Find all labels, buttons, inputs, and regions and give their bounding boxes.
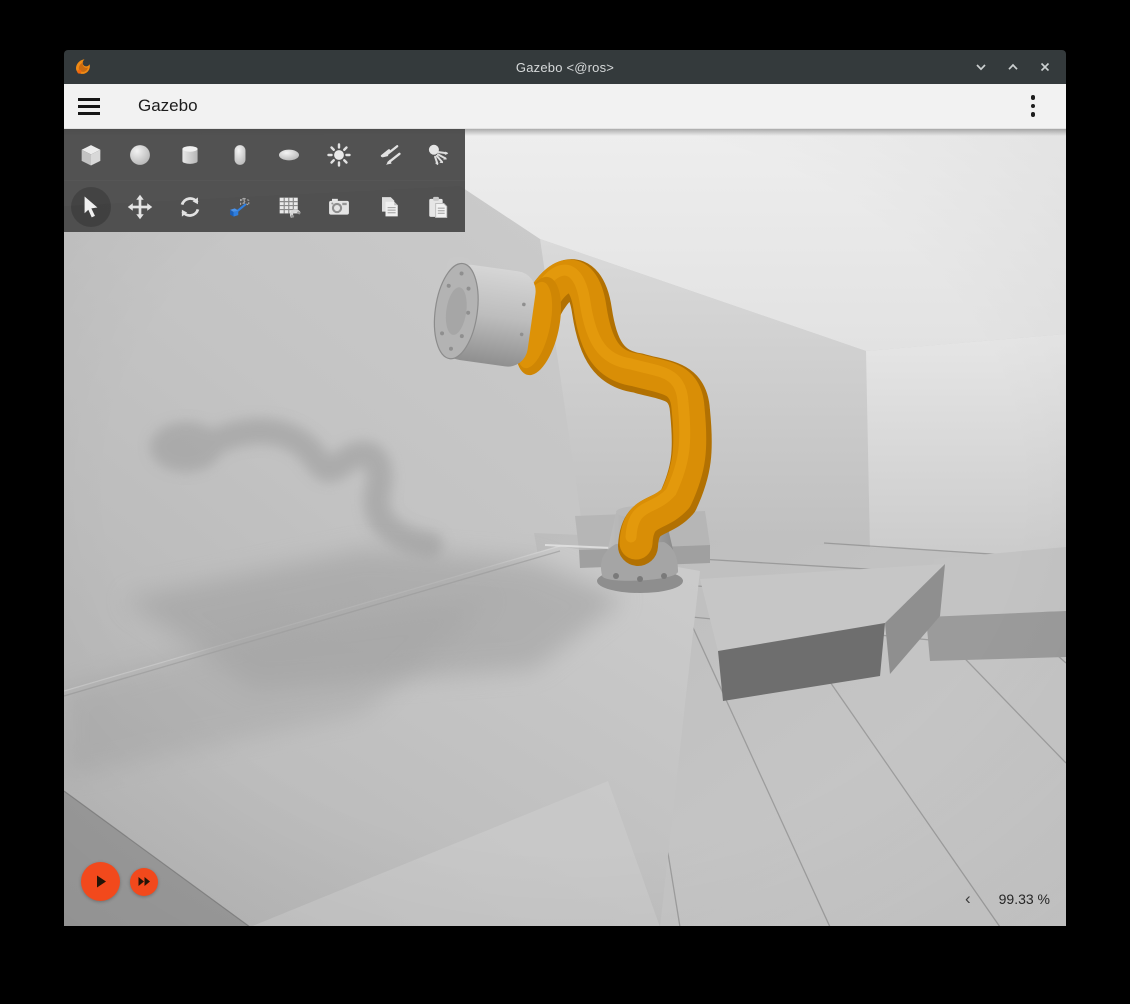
play-icon (93, 874, 108, 889)
point-light-icon (325, 141, 353, 169)
rtf-statusbar: ‹ 99.33 % (961, 888, 1050, 909)
translate-icon (126, 193, 154, 221)
ellipsoid-tool-button[interactable] (265, 129, 315, 180)
step-forward-icon (138, 876, 151, 887)
transform-tool-row (64, 180, 465, 232)
sphere-tool-button[interactable] (116, 129, 166, 180)
rtf-value: 99.33 % (999, 891, 1050, 907)
screenshot-tool-button[interactable] (314, 181, 364, 232)
rotate-icon (176, 193, 204, 221)
cylinder-icon (176, 141, 204, 169)
snap-grid-icon (275, 193, 303, 221)
spot-light-tool-button[interactable] (413, 129, 463, 180)
directional-light-icon (375, 141, 403, 169)
gazebo-logo-icon (73, 57, 93, 77)
ellipsoid-icon (275, 141, 303, 169)
select-tool-button[interactable] (66, 181, 116, 232)
snap-grid-tool-button[interactable] (265, 181, 315, 232)
render-viewport[interactable]: ‹ 99.33 % (64, 129, 1066, 926)
rtf-expand-chevron-icon[interactable]: ‹ (961, 888, 975, 909)
close-button[interactable] (1034, 56, 1056, 78)
maximize-button[interactable] (1002, 56, 1024, 78)
titlebar: Gazebo <@ros> (64, 50, 1066, 84)
box-icon (77, 141, 105, 169)
chevron-down-icon (975, 61, 987, 73)
directional-light-tool-button[interactable] (364, 129, 414, 180)
kebab-menu-icon[interactable] (1018, 91, 1048, 121)
scene-canvas[interactable] (64, 129, 1066, 926)
capsule-icon (226, 141, 254, 169)
chevron-up-icon (1007, 61, 1019, 73)
playback-controls (81, 862, 158, 901)
box-tool-button[interactable] (66, 129, 116, 180)
rotate-tool-button[interactable] (165, 181, 215, 232)
shape-tool-row (64, 129, 465, 180)
page-title: Gazebo (138, 96, 198, 116)
paste-tool-button[interactable] (413, 181, 463, 232)
vignette (64, 129, 1066, 926)
hamburger-menu-icon[interactable] (76, 88, 116, 124)
sphere-icon (126, 141, 154, 169)
window-title: Gazebo <@ros> (64, 60, 1066, 75)
point-light-tool-button[interactable] (314, 129, 364, 180)
toolbar (64, 129, 465, 232)
paste-icon (424, 193, 452, 221)
align-tool-button[interactable] (215, 181, 265, 232)
capsule-tool-button[interactable] (215, 129, 265, 180)
spot-light-icon (424, 141, 452, 169)
copy-tool-button[interactable] (364, 181, 414, 232)
translate-tool-button[interactable] (116, 181, 166, 232)
play-button[interactable] (81, 862, 120, 901)
cursor-icon (77, 193, 105, 221)
copy-icon (375, 193, 403, 221)
camera-icon (325, 193, 353, 221)
cylinder-tool-button[interactable] (165, 129, 215, 180)
gazebo-window: Gazebo <@ros> Gazebo (64, 50, 1066, 926)
close-icon (1039, 61, 1051, 73)
align-icon (226, 193, 254, 221)
step-forward-button[interactable] (130, 868, 158, 896)
minimize-button[interactable] (970, 56, 992, 78)
appbar: Gazebo (64, 84, 1066, 129)
